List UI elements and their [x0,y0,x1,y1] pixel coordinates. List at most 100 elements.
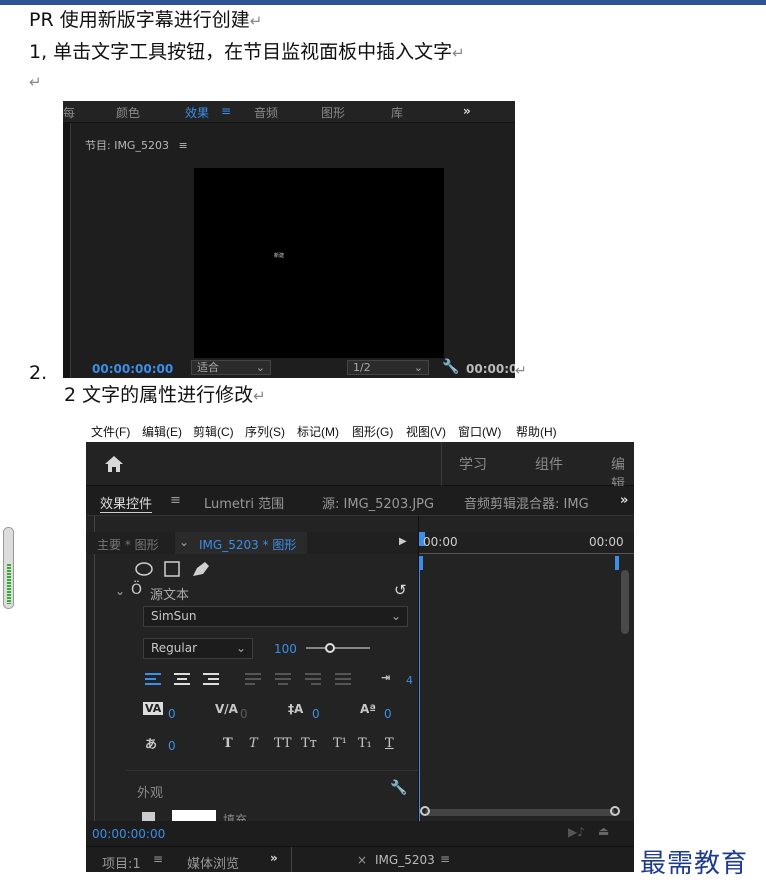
tab-source[interactable]: 源: IMG_5203.JPG [322,493,434,512]
brand-watermark: 最需教育 [640,849,749,879]
font-style-select[interactable]: Regular ⌄ [143,638,253,659]
close-icon[interactable]: × [357,853,367,867]
justify-all-icon[interactable] [335,673,351,685]
menu-window[interactable]: 窗口(W) [458,423,501,440]
tab-libraries[interactable]: 库 [391,104,403,121]
kerning-value[interactable]: 0 [240,707,248,721]
hamburger-icon[interactable]: ≡ [178,139,187,152]
shape-tools [135,561,209,577]
font-select[interactable]: SimSun ⌄ [143,606,408,627]
audio-icon[interactable]: ▶♪ [568,825,585,839]
hamburger-icon[interactable]: ≡ [440,852,450,866]
reset-icon[interactable]: ↺ [394,581,407,599]
appearance-label: 外观 [137,786,164,801]
vertical-scrollbar[interactable] [621,570,629,634]
horizontal-scrollbar[interactable] [425,809,615,816]
font-size-slider-thumb[interactable] [325,643,335,653]
return-mark: ↵ [515,363,527,379]
video-frame[interactable]: 新建 [194,168,444,358]
justify-right-icon[interactable] [305,673,321,685]
tab-audio[interactable]: 音频 [254,104,278,121]
menu-view[interactable]: 视图(V) [406,423,446,440]
baseline-shift-icon[interactable]: Aª [360,702,376,716]
tracking-value[interactable]: 0 [168,707,176,721]
home-icon[interactable] [104,455,124,473]
small-caps-button[interactable]: Tт [301,736,317,751]
tab-width-value[interactable]: 4 [406,674,413,687]
return-mark: ↵ [249,12,263,30]
tab-media-browser[interactable]: 媒体浏览 [187,853,239,872]
ellipse-tool-icon[interactable] [135,562,153,576]
align-center-icon[interactable] [174,673,190,685]
tab-graphics[interactable]: 图形 [321,104,345,121]
menu-graphics[interactable]: 图形(G) [352,423,393,440]
clip-select[interactable]: ⌄ IMG_5203 * 图形 [175,532,307,554]
tab-sequence[interactable]: IMG_5203 [375,853,435,867]
menu-markers[interactable]: 标记(M) [297,423,339,440]
resolution-select[interactable]: 1/2 ⌄ [347,360,429,375]
resolution-value: 1/2 [353,361,371,374]
tracking-icon[interactable]: VA [143,702,164,715]
menu-help[interactable]: 帮助(H) [516,423,557,440]
zoom-in-handle[interactable] [610,806,620,816]
justify-center-icon[interactable] [275,673,291,685]
wrench-icon[interactable]: 🔧 [442,359,459,375]
menu-edit[interactable]: 编辑(E) [142,423,182,440]
tab-lumetri-scopes[interactable]: Lumetri 范围 [204,493,284,512]
kerning-icon[interactable]: V/A [215,702,238,716]
play-triangle-icon[interactable]: ▶ [399,536,407,547]
tab-color[interactable]: 颜色 [116,104,140,121]
chevron-down-icon[interactable]: ⌄ [115,584,125,598]
more-tabs-icon[interactable]: » [620,493,628,508]
export-icon[interactable]: ⏏ [598,824,609,838]
hamburger-icon[interactable]: ≡ [221,104,231,118]
monitor-label-text: 节目: IMG_5203 [85,139,169,152]
wrench-icon[interactable]: 🔧 [390,780,407,796]
tab-audio-clip-mixer[interactable]: 音频剪辑混合器: IMG [464,493,589,512]
more-tabs-icon[interactable]: » [463,104,471,118]
tab-partial[interactable]: 每 [63,104,75,121]
panel-timecode[interactable]: 00:00:00:00 [92,827,165,841]
tsume-icon[interactable]: あ [145,735,157,752]
faux-italic-button[interactable]: T [249,736,258,751]
tsume-value[interactable]: 0 [168,739,176,753]
tab-project[interactable]: 项目:1 [102,853,141,872]
align-left-icon[interactable] [145,673,161,685]
tab-effect-controls[interactable]: 效果控件 [100,493,153,513]
workspace-learn[interactable]: 学习 [459,454,487,474]
workspace-assembly[interactable]: 组件 [535,454,563,474]
superscript-button[interactable]: T¹ [333,736,347,751]
effect-controls-screenshot: 文件(F) 编辑(E) 剪辑(C) 序列(S) 标记(M) 图形(G) 视图(V… [86,420,634,872]
more-tabs-icon[interactable]: » [270,851,278,865]
inserted-text[interactable]: 新建 [274,252,284,259]
leading-value[interactable]: 0 [312,707,320,721]
leading-icon[interactable]: ‡A [288,702,303,716]
all-caps-button[interactable]: TT [274,736,292,751]
rectangle-tool-icon[interactable] [164,561,180,577]
zoom-out-handle[interactable] [420,806,430,816]
section-divider [126,770,418,771]
menu-file[interactable]: 文件(F) [91,423,130,440]
tab-width-icon[interactable]: ⇥ [381,671,390,684]
tab-effects[interactable]: 效果 [185,104,209,121]
underline-button[interactable]: T [385,736,394,751]
hamburger-icon[interactable]: ≡ [170,493,181,508]
font-size-value[interactable]: 100 [274,642,297,656]
faux-bold-button[interactable]: T [223,736,233,751]
subscript-button[interactable]: T₁ [358,736,372,751]
timecode-current[interactable]: 00:00:00:00 [92,362,173,376]
fit-select[interactable]: 适合 ⌄ [191,360,271,375]
menu-clip[interactable]: 剪辑(C) [193,423,234,440]
menu-sequence[interactable]: 序列(S) [245,423,285,440]
pen-tool-icon[interactable] [193,562,209,576]
hamburger-icon[interactable]: ≡ [153,852,163,866]
master-clip-label[interactable]: 主要 * 图形 [97,536,159,553]
justify-left-icon[interactable] [245,673,261,685]
timecode-duration: 00:00:0 [466,362,515,376]
font-size-slider-track[interactable] [306,647,370,649]
align-right-icon[interactable] [203,673,219,685]
baseline-shift-value[interactable]: 0 [384,707,392,721]
stopwatch-icon[interactable]: Ö [131,582,142,598]
alignment-row [145,673,351,685]
panel-tab-bar: 每 颜色 效果 ≡ 音频 图形 库 » [63,101,515,123]
